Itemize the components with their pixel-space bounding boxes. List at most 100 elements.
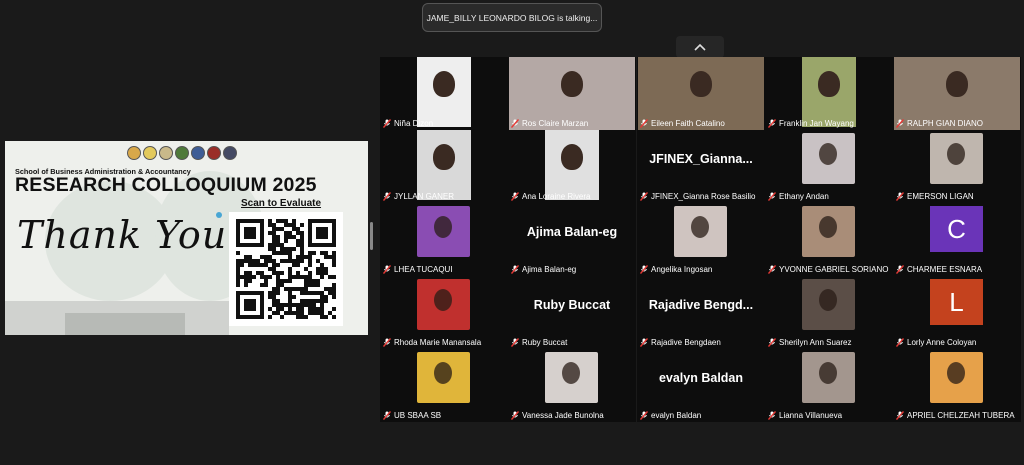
scan-caption: Scan to Evaluate xyxy=(241,198,322,209)
person-silhouette xyxy=(690,71,712,97)
participant-name-label: Ana Loraine Rivera xyxy=(511,192,590,201)
muted-mic-icon xyxy=(511,119,519,128)
muted-mic-icon xyxy=(768,411,776,420)
participant-tile[interactable]: evalyn Baldan evalyn Baldan xyxy=(637,349,765,422)
participant-name: Vanessa Jade Bunolna xyxy=(522,411,604,420)
participant-tile[interactable]: Sherilyn Ann Suarez xyxy=(765,276,893,349)
participant-tile[interactable]: Angelika Ingosan xyxy=(637,203,765,276)
participant-tile[interactable]: Ruby Buccat Ruby Buccat xyxy=(508,276,636,349)
display-name: Ajima Balan-eg xyxy=(526,225,618,239)
display-name: Rajadive Bengd... xyxy=(648,298,754,312)
person-silhouette xyxy=(691,216,709,238)
participant-tile[interactable]: Ethany Andan xyxy=(765,130,893,203)
participant-tile[interactable]: Vanessa Jade Bunolna xyxy=(508,349,636,422)
participant-tile[interactable]: UB SBAA SB xyxy=(380,349,508,422)
muted-mic-icon xyxy=(896,265,904,274)
participant-tile[interactable]: RALPH GIAN DIANO xyxy=(893,57,1021,130)
avatar xyxy=(417,206,470,257)
participant-name-label: Ros Claire Marzan xyxy=(511,119,588,128)
muted-mic-icon xyxy=(640,411,648,420)
person-silhouette xyxy=(947,143,965,165)
participant-tile[interactable]: Rajadive Bengd... Rajadive Bengdaen xyxy=(637,276,765,349)
shared-screen-slide: School of Business Administration & Acco… xyxy=(5,141,368,335)
participant-name: Angelika Ingosan xyxy=(651,265,713,274)
muted-mic-icon xyxy=(383,338,391,347)
participant-tile[interactable]: Ajima Balan-eg Ajima Balan-eg xyxy=(508,203,636,276)
participant-name: EMERSON LIGAN xyxy=(907,192,974,201)
person-silhouette xyxy=(434,216,452,238)
participant-tile[interactable]: Eileen Faith Catalino xyxy=(637,57,765,130)
avatar xyxy=(802,279,855,330)
participant-tile[interactable]: EMERSON LIGAN xyxy=(893,130,1021,203)
muted-mic-icon xyxy=(896,411,904,420)
muted-mic-icon xyxy=(768,119,776,128)
seal-logo xyxy=(143,146,157,160)
participant-tile[interactable]: L Lorly Anne Coloyan xyxy=(893,276,1021,349)
avatar xyxy=(930,352,983,403)
participant-name: UB SBAA SB xyxy=(394,411,442,420)
video-feed xyxy=(802,57,856,127)
person-silhouette xyxy=(562,362,580,384)
participant-tile[interactable]: LHEA TUCAQUI xyxy=(380,203,508,276)
muted-mic-icon xyxy=(768,192,776,201)
person-silhouette xyxy=(819,362,837,384)
participant-tile[interactable]: JYLLAN GANER xyxy=(380,130,508,203)
participant-name: JYLLAN GANER xyxy=(394,192,455,201)
person-silhouette xyxy=(819,216,837,238)
participant-name-label: Angelika Ingosan xyxy=(640,265,712,274)
qr-code xyxy=(229,212,343,326)
avatar-letter: C xyxy=(930,206,983,252)
participant-name-label: Vanessa Jade Bunolna xyxy=(511,411,604,420)
participant-tile[interactable]: Ana Loraine Rivera xyxy=(508,130,636,203)
muted-mic-icon xyxy=(640,338,648,347)
muted-mic-icon xyxy=(896,338,904,347)
video-feed xyxy=(545,130,599,200)
avatar xyxy=(417,352,470,403)
person-silhouette xyxy=(434,362,452,384)
participant-tile[interactable]: C CHARMEE ESNARA xyxy=(893,203,1021,276)
chevron-up-icon xyxy=(694,43,706,51)
participant-name: Rhoda Marie Manansala xyxy=(394,338,482,347)
participant-name: Lianna Villanueva xyxy=(779,411,843,420)
muted-mic-icon xyxy=(896,119,904,128)
display-name: Ruby Buccat xyxy=(533,298,611,312)
participant-tile[interactable]: Rhoda Marie Manansala xyxy=(380,276,508,349)
avatar xyxy=(802,133,855,184)
muted-mic-icon xyxy=(383,265,391,274)
participant-name: Franklin Jan Wayang xyxy=(779,119,854,128)
display-name: JFINEX_Gianna... xyxy=(649,152,753,166)
participant-tile[interactable]: JFINEX_Gianna... JFINEX_Gianna Rose Basil… xyxy=(637,130,765,203)
participant-name: Rajadive Bengdaen xyxy=(651,338,721,347)
seal-logo xyxy=(223,146,237,160)
avatar xyxy=(930,133,983,184)
collapse-gallery-button[interactable] xyxy=(676,36,724,58)
muted-mic-icon xyxy=(640,265,648,274)
participant-name: CHARMEE ESNARA xyxy=(907,265,983,274)
participant-name-label: Lianna Villanueva xyxy=(768,411,842,420)
avatar xyxy=(545,352,598,403)
participant-tile[interactable]: YVONNE GABRIEL SORIANO xyxy=(765,203,893,276)
participant-tile[interactable]: Niña Dizon xyxy=(380,57,508,130)
participant-tile[interactable]: Franklin Jan Wayang xyxy=(765,57,893,130)
person-silhouette xyxy=(946,71,968,97)
participant-name: LHEA TUCAQUI xyxy=(394,265,453,274)
participant-name-label: EMERSON LIGAN xyxy=(896,192,974,201)
muted-mic-icon xyxy=(383,192,391,201)
participant-name: JFINEX_Gianna Rose Basilio xyxy=(651,192,756,201)
participant-tile[interactable]: Ros Claire Marzan xyxy=(508,57,636,130)
person-silhouette xyxy=(433,71,455,97)
participant-name: YVONNE GABRIEL SORIANO xyxy=(779,265,889,274)
avatar xyxy=(417,279,470,330)
muted-mic-icon xyxy=(640,192,648,201)
participant-name-label: Lorly Anne Coloyan xyxy=(896,338,976,347)
resize-handle[interactable] xyxy=(370,222,373,250)
participant-name-label: LHEA TUCAQUI xyxy=(383,265,453,274)
muted-mic-icon xyxy=(896,192,904,201)
person-silhouette xyxy=(433,144,455,170)
participant-tile[interactable]: APRIEL CHELZEAH TUBERA xyxy=(893,349,1021,422)
muted-mic-icon xyxy=(383,411,391,420)
talking-notification: JAME_BILLY LEONARDO BILOG is talking... xyxy=(422,3,602,32)
avatar xyxy=(802,206,855,257)
participant-tile[interactable]: Lianna Villanueva xyxy=(765,349,893,422)
person-silhouette xyxy=(819,143,837,165)
